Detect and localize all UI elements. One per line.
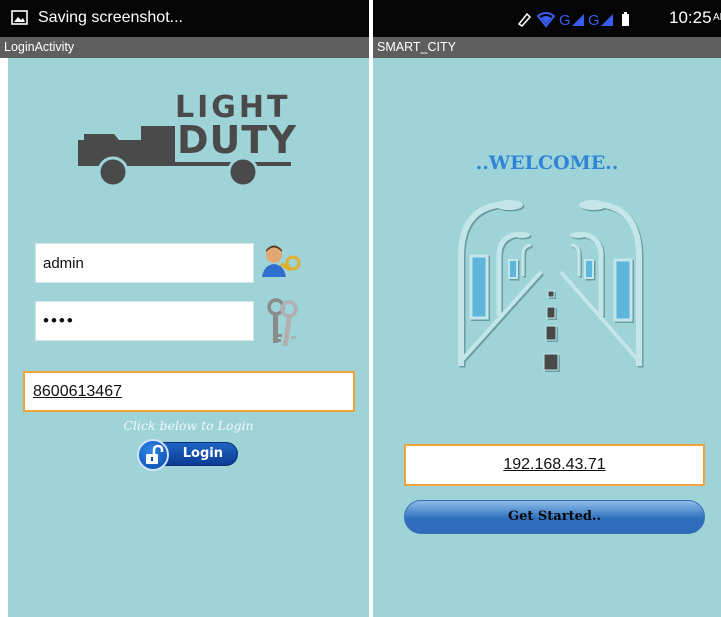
login-screen: Saving screenshot... LoginActivity LIGHT… [0, 0, 369, 617]
logo-duty-text: DUTY [177, 118, 297, 162]
street-lamps-road-illustration [458, 200, 642, 371]
login-button-label: Login [182, 446, 223, 461]
status-text: Saving screenshot... [38, 9, 183, 26]
action-bar-title: LoginActivity [0, 37, 369, 58]
status-bar: G G 10:25 AM [373, 0, 721, 37]
login-button[interactable]: Login [137, 439, 238, 471]
wifi-icon [536, 12, 556, 28]
unlock-icon [137, 439, 169, 471]
login-hint: Click below to Login [123, 418, 254, 433]
svg-text:G: G [559, 12, 571, 28]
server-ip-value: 192.168.43.71 [503, 456, 606, 473]
keys-icon [267, 298, 298, 347]
user-key-icon [262, 245, 301, 277]
password-input[interactable]: •••• [35, 301, 254, 341]
get-started-button[interactable]: Get Started.. [404, 500, 705, 534]
clock-ampm: AM [713, 12, 721, 23]
light-duty-logo: LIGHT DUTY [78, 88, 298, 190]
image-icon [11, 10, 28, 25]
username-value: admin [43, 254, 84, 272]
status-bar: Saving screenshot... [0, 0, 369, 37]
signal-icon-2 [601, 14, 613, 26]
username-input[interactable]: admin [35, 243, 254, 283]
status-icons: G G [517, 12, 629, 28]
clock: 10:25 [669, 8, 712, 27]
password-value: •••• [43, 311, 75, 330]
server-ip-input[interactable]: 192.168.43.71 [404, 444, 705, 486]
svg-text:G: G [588, 12, 600, 28]
rotation-icon [517, 12, 532, 27]
phone-input[interactable]: 8600613467 [23, 371, 355, 412]
phone-value: 8600613467 [33, 382, 122, 400]
battery-icon [622, 12, 629, 26]
welcome-heading: ..WELCOME.. [475, 152, 619, 174]
welcome-screen: G G 10:25 AM SMART_CITY ..WELCOME.. [373, 0, 721, 617]
action-bar-title: SMART_CITY [373, 37, 721, 58]
signal-icon-1 [572, 14, 584, 26]
